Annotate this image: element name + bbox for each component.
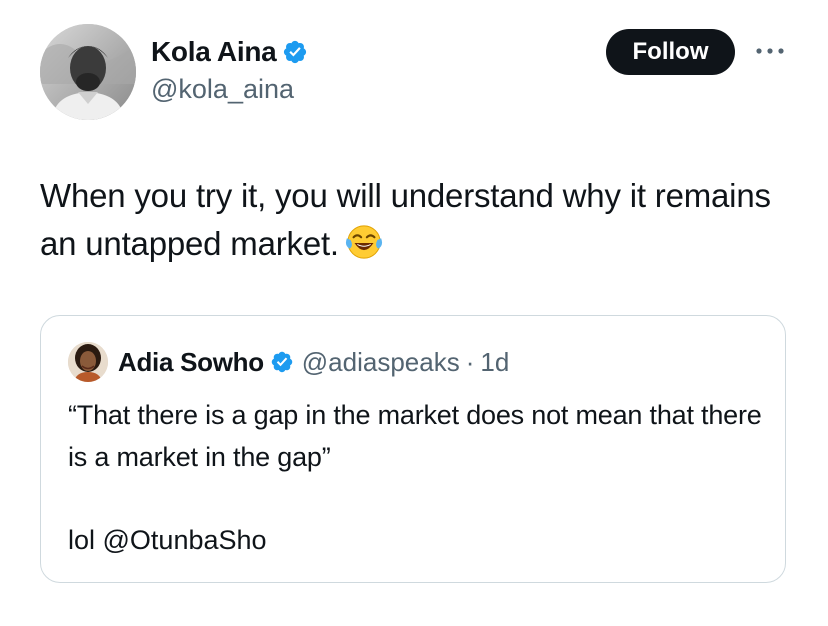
tweet-card: Kola Aina @kola_aina Follow When you try… bbox=[0, 0, 828, 626]
more-options-button[interactable] bbox=[752, 38, 788, 64]
quoted-tweet-separator: · bbox=[465, 346, 475, 377]
quoted-tweet[interactable]: Adia Sowho @adiaspeaks · 1d “That there … bbox=[40, 315, 786, 583]
follow-button[interactable]: Follow bbox=[606, 29, 735, 75]
face-with-tears-of-joy-emoji bbox=[345, 225, 382, 259]
author-avatar[interactable] bbox=[40, 24, 136, 120]
more-horizontal-icon bbox=[756, 48, 784, 54]
quoted-tweet-timestamp[interactable]: 1d bbox=[480, 347, 509, 378]
quoted-tweet-header: Adia Sowho @adiaspeaks · 1d bbox=[118, 342, 509, 382]
author-avatar-image bbox=[40, 24, 136, 120]
quoted-tweet-footer-text: lol @OtunbaSho bbox=[68, 525, 267, 555]
author-name-row: Kola Aina bbox=[151, 33, 308, 71]
quoted-author-avatar[interactable] bbox=[68, 342, 108, 382]
verified-badge-icon bbox=[271, 351, 293, 373]
tweet-text: When you try it, you will understand why… bbox=[40, 172, 780, 268]
verified-badge-icon bbox=[284, 40, 307, 64]
quoted-tweet-text: “That there is a gap in the market does … bbox=[68, 400, 762, 472]
author-display-name[interactable]: Kola Aina bbox=[151, 36, 277, 68]
author-handle[interactable]: @kola_aina bbox=[151, 74, 308, 105]
tweet-text-content: When you try it, you will understand why… bbox=[40, 177, 771, 262]
quoted-author-avatar-image bbox=[68, 342, 108, 382]
author-info: Kola Aina @kola_aina bbox=[151, 33, 308, 105]
quoted-author-handle[interactable]: @adiaspeaks bbox=[302, 347, 460, 378]
quoted-author-name[interactable]: Adia Sowho bbox=[118, 347, 264, 378]
